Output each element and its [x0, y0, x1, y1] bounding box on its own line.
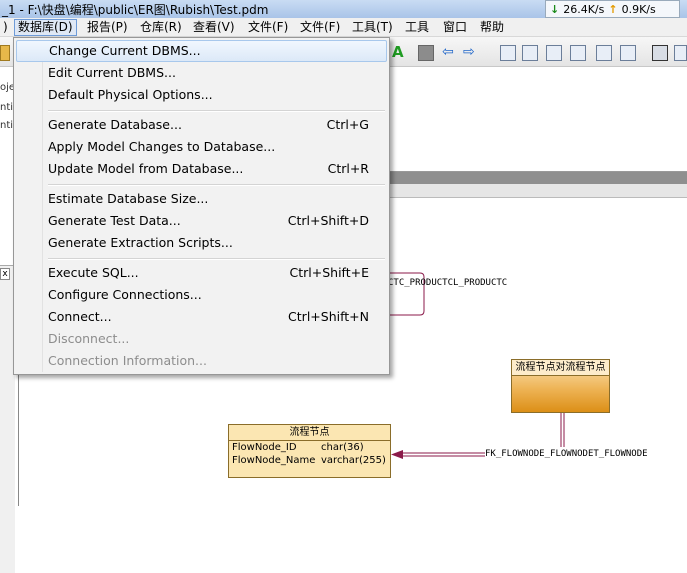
menu-item-disconnect: Disconnect...	[16, 328, 387, 350]
menu-item-label: Generate Database...	[48, 117, 182, 132]
menu-item-label: Connection Information...	[48, 353, 207, 368]
menu-item-label: Update Model from Database...	[48, 161, 244, 176]
menu-item-shortcut: Ctrl+Shift+D	[287, 213, 369, 228]
menu-separator	[48, 110, 385, 112]
menu-item-label: Configure Connections...	[48, 287, 202, 302]
menu-item-estimate-database-size[interactable]: Estimate Database Size...	[16, 188, 387, 210]
menu-item-label: Estimate Database Size...	[48, 191, 209, 206]
menu-item-default-physical-options[interactable]: Default Physical Options...	[16, 84, 387, 106]
reference-label-top[interactable]: CTC_PRODUCTCL_PRODUCTC	[388, 278, 507, 288]
entity-title: 流程节点	[229, 425, 390, 441]
menu-item-shortcut: Ctrl+R	[327, 161, 369, 176]
menu-separator	[48, 184, 385, 186]
menu-item-shortcut: Ctrl+G	[326, 117, 369, 132]
menu-item-connect[interactable]: Connect... Ctrl+Shift+N	[16, 306, 387, 328]
menu-item-configure-connections[interactable]: Configure Connections...	[16, 284, 387, 306]
menu-item-edit-current-dbms[interactable]: Edit Current DBMS...	[16, 62, 387, 84]
menu-item-label: Change Current DBMS...	[49, 43, 201, 58]
entity-column-row: FlowNode_ID char(36)	[229, 441, 390, 454]
entity-flownode-link[interactable]: 流程节点对流程节点	[511, 359, 610, 413]
menu-item-label: Apply Model Changes to Database...	[48, 139, 276, 154]
menu-item-label: Generate Extraction Scripts...	[48, 235, 233, 250]
menu-item-change-current-dbms[interactable]: Change Current DBMS...	[16, 40, 387, 62]
menu-item-update-model[interactable]: Update Model from Database... Ctrl+R	[16, 158, 387, 180]
menu-item-label: Execute SQL...	[48, 265, 139, 280]
menu-item-generate-test-data[interactable]: Generate Test Data... Ctrl+Shift+D	[16, 210, 387, 232]
column-type: varchar(255)	[321, 455, 386, 466]
menu-item-label: Generate Test Data...	[48, 213, 181, 228]
database-menu-dropdown: Change Current DBMS... Edit Current DBMS…	[13, 37, 390, 375]
menu-item-label: Default Physical Options...	[48, 87, 213, 102]
column-name: FlowNode_ID	[232, 442, 297, 453]
menu-item-execute-sql[interactable]: Execute SQL... Ctrl+Shift+E	[16, 262, 387, 284]
reference-label-bottom[interactable]: FK_FLOWNODE_FLOWNODET_FLOWNODE	[485, 449, 648, 459]
menu-item-label: Disconnect...	[48, 331, 130, 346]
reference-arrowhead-icon	[391, 450, 403, 459]
menu-item-apply-model-changes[interactable]: Apply Model Changes to Database...	[16, 136, 387, 158]
menu-item-generate-database[interactable]: Generate Database... Ctrl+G	[16, 114, 387, 136]
column-name: FlowNode_Name	[232, 455, 316, 466]
menu-item-label: Connect...	[48, 309, 112, 324]
entity-flownode[interactable]: 流程节点 FlowNode_ID char(36) FlowNode_Name …	[228, 424, 391, 478]
column-type: char(36)	[321, 442, 364, 453]
menu-separator	[48, 258, 385, 260]
menu-item-shortcut: Ctrl+Shift+E	[289, 265, 370, 280]
entity-title: 流程节点对流程节点	[512, 360, 609, 376]
menu-item-shortcut: Ctrl+Shift+N	[288, 309, 369, 324]
menu-item-generate-extraction-scripts[interactable]: Generate Extraction Scripts...	[16, 232, 387, 254]
menu-item-label: Edit Current DBMS...	[48, 65, 176, 80]
entity-column-row: FlowNode_Name varchar(255)	[229, 454, 390, 467]
menu-item-connection-information: Connection Information...	[16, 350, 387, 372]
